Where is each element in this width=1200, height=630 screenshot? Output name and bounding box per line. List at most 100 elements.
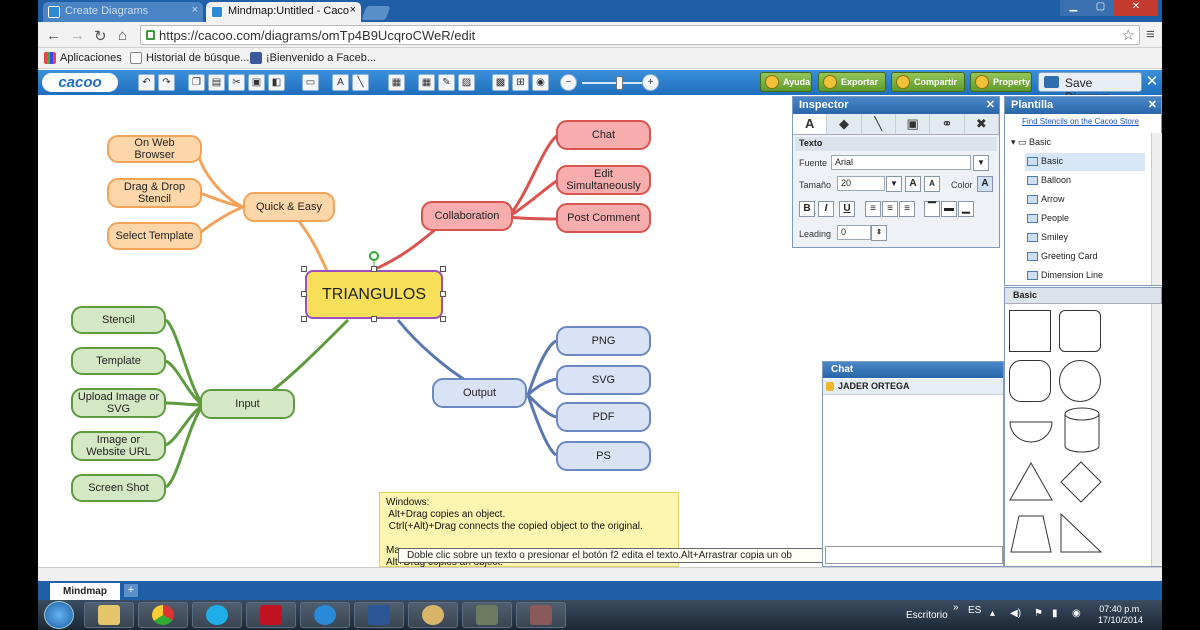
mindmap-node[interactable]: PDF (556, 402, 651, 432)
scrollbar[interactable] (1151, 304, 1162, 566)
pencil-tool-icon[interactable]: ✎ (438, 74, 455, 91)
italic-icon[interactable]: I (818, 201, 834, 217)
text-tool-icon[interactable]: A (332, 74, 349, 91)
speaker-icon[interactable]: ◀) (1010, 608, 1021, 619)
valign-bottom-icon[interactable]: ▁ (958, 201, 974, 217)
zoom-out-icon[interactable]: − (560, 74, 577, 91)
shape-icon[interactable]: ▭ (302, 74, 319, 91)
stencil-item[interactable]: Smiley (1025, 229, 1145, 247)
size-field[interactable]: 20 (837, 176, 885, 191)
central-topic[interactable]: TRIANGULOS (305, 270, 443, 319)
flag-icon[interactable]: ⚑ (1034, 608, 1043, 619)
maximize-icon[interactable]: ▢ (1087, 0, 1114, 16)
leading-field[interactable]: 0 (837, 225, 871, 240)
text-color-icon[interactable]: A (977, 176, 993, 192)
zoom-in-icon[interactable]: + (642, 74, 659, 91)
taskbar-ie[interactable] (300, 602, 350, 628)
home-icon[interactable]: ⌂ (118, 27, 127, 44)
stencil-item[interactable]: Arrow (1025, 191, 1145, 209)
image-tool-icon[interactable]: ▨ (458, 74, 475, 91)
close-tab-icon[interactable]: × (192, 4, 198, 16)
cut-icon[interactable]: ✂ (228, 74, 245, 91)
text-tab-icon[interactable]: A (793, 114, 828, 134)
resize-handle[interactable] (301, 316, 307, 322)
taskbar-word[interactable] (354, 602, 404, 628)
resize-handle[interactable] (301, 266, 307, 272)
zoom-slider-handle[interactable] (616, 76, 623, 90)
undo-icon[interactable]: ↶ (138, 74, 155, 91)
stepper-icon[interactable]: ⇕ (871, 225, 887, 241)
horizontal-scrollbar[interactable] (38, 567, 1162, 581)
circle-shape[interactable] (1059, 360, 1101, 402)
resize-handle[interactable] (440, 266, 446, 272)
resize-handle[interactable] (440, 291, 446, 297)
snap-icon[interactable]: ⊞ (512, 74, 529, 91)
property-button[interactable]: Property (970, 72, 1032, 92)
mindmap-node[interactable]: Stencil (71, 306, 166, 334)
add-sheet-button[interactable]: + (124, 584, 138, 597)
grid-icon[interactable]: ▩ (492, 74, 509, 91)
new-tab-button[interactable] (361, 6, 391, 20)
bookmark-apps[interactable]: Aplicaciones (44, 52, 122, 64)
group-icon[interactable]: ▣ (248, 74, 265, 91)
desktop-toolbar[interactable]: Escritorio (906, 610, 948, 621)
round-square-shape[interactable] (1009, 360, 1051, 402)
stencil-item[interactable]: Dimension Line (1025, 267, 1145, 283)
chevron-down-icon[interactable]: ▼ (973, 155, 989, 171)
redo-icon[interactable]: ↷ (158, 74, 175, 91)
minimize-icon[interactable]: ▁ (1060, 0, 1087, 16)
close-window-icon[interactable]: ✕ (1114, 0, 1158, 16)
mindmap-node[interactable]: Screen Shot (71, 474, 166, 502)
stencil-item[interactable]: Greeting Card (1025, 248, 1145, 266)
rotate-handle[interactable] (369, 251, 379, 261)
align-right-icon[interactable]: ≡ (899, 201, 915, 217)
mindmap-node[interactable]: Chat (556, 120, 651, 150)
font-select[interactable]: Arial (831, 155, 971, 170)
comment-icon[interactable]: ◉ (532, 74, 549, 91)
export-button[interactable]: Exportar (818, 72, 886, 92)
reload-icon[interactable]: ↻ (94, 27, 107, 45)
chevron-right-icon[interactable]: » (953, 602, 959, 613)
copy-icon[interactable]: ❐ (188, 74, 205, 91)
bold-icon[interactable]: B (799, 201, 815, 217)
right-triangle-shape[interactable] (1059, 510, 1105, 556)
mindmap-node[interactable]: PS (556, 441, 651, 471)
underline-icon[interactable]: U (839, 201, 855, 217)
align-left-icon[interactable]: ≡ (865, 201, 881, 217)
font-shrink-icon[interactable]: A (924, 176, 940, 192)
rectangle-shape[interactable] (1009, 310, 1051, 352)
bookmark-history[interactable]: Historial de búsque... (130, 52, 249, 64)
close-inspector-icon[interactable]: ✕ (986, 98, 995, 111)
fill-tab-icon[interactable]: ◆ (827, 114, 862, 134)
taskbar-paint[interactable] (408, 602, 458, 628)
resize-handle[interactable] (371, 266, 377, 272)
table-tool-icon[interactable]: ▦ (418, 74, 435, 91)
resize-handle[interactable] (440, 316, 446, 322)
font-grow-icon[interactable]: A (905, 176, 921, 192)
store-link[interactable]: Find Stencils on the Cacoo Store (1008, 117, 1139, 126)
align-center-icon[interactable]: ≡ (882, 201, 898, 217)
taskbar-app[interactable] (462, 602, 512, 628)
trapezoid-shape[interactable] (1009, 510, 1055, 556)
forward-icon[interactable]: → (70, 27, 85, 44)
mindmap-node[interactable]: Select Template (107, 222, 202, 250)
cylinder-shape[interactable] (1059, 406, 1105, 456)
tab-mindmap[interactable]: Mindmap:Untitled - Caco × (206, 2, 361, 22)
valign-middle-icon[interactable]: ▬ (941, 201, 957, 217)
valign-top-icon[interactable]: ▔ (924, 201, 940, 217)
resize-handle[interactable] (371, 316, 377, 322)
taskbar-skype[interactable] (192, 602, 242, 628)
close-editor-icon[interactable]: ✕ (1144, 73, 1160, 91)
url-field[interactable]: https://cacoo.com/diagrams/omTp4B9UcqroC… (140, 25, 1140, 45)
folder-basic[interactable]: ▾ ▭ Basic (1011, 137, 1051, 148)
bookmark-star-icon[interactable]: ☆ (1122, 26, 1135, 44)
taskbar-explorer[interactable] (84, 602, 134, 628)
clock[interactable]: 07:40 p.m. 17/10/2014 (1098, 604, 1143, 626)
link-tab-icon[interactable]: ⚭ (930, 114, 965, 134)
back-icon[interactable]: ← (46, 27, 61, 44)
arrange-icon[interactable]: ◧ (268, 74, 285, 91)
language-indicator[interactable]: ES (968, 605, 981, 616)
tab-create-diagrams[interactable]: Create Diagrams × (43, 2, 203, 22)
mindmap-node[interactable]: On Web Browser (107, 135, 202, 163)
close-tab-icon[interactable]: × (350, 4, 356, 16)
